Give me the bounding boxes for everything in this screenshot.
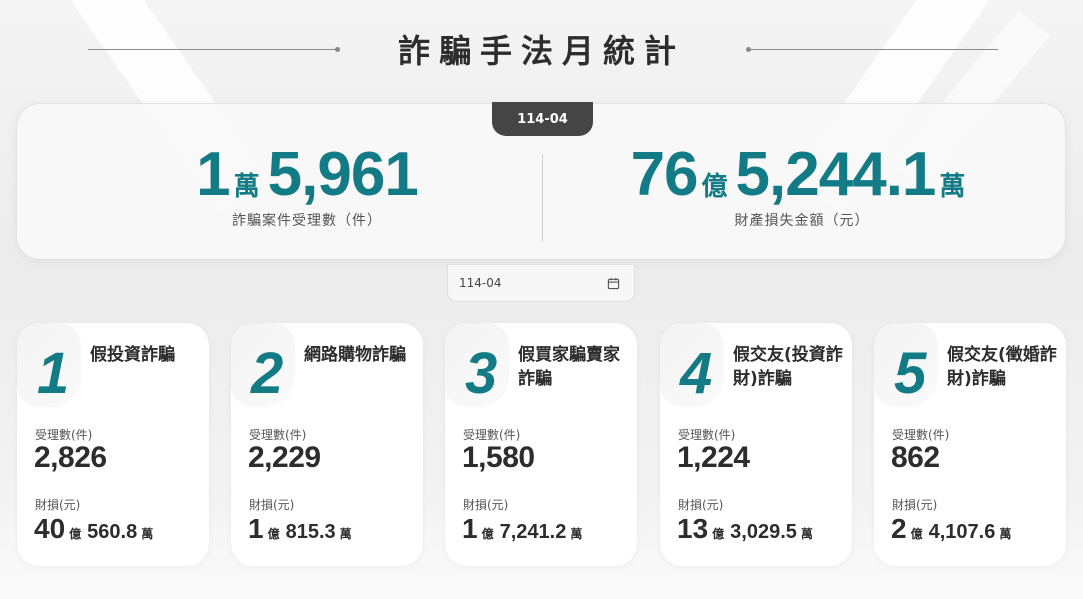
loss-amount: 1 億 815.3 萬 — [248, 513, 352, 545]
loss-value: 76 億 5,244.1 萬 — [557, 144, 1047, 206]
loss-wan-unit: 萬 — [141, 527, 154, 541]
loss-label: 財損(元) — [892, 498, 938, 512]
date-value: 114-04 — [459, 276, 502, 290]
divider-dot — [746, 47, 751, 52]
title-divider-left — [88, 47, 340, 52]
loss-yi: 13 — [677, 513, 709, 544]
count-value: 1,580 — [462, 441, 535, 474]
loss-yi-unit: 億 — [69, 527, 82, 541]
count-value: 1,224 — [677, 441, 750, 474]
loss-yi: 2 — [891, 513, 907, 544]
loss-yi: 1 — [462, 513, 478, 544]
loss-wan: 815.3 — [285, 521, 336, 543]
loss-unit-yi: 億 — [701, 171, 728, 201]
rank-number: 2 — [251, 341, 284, 406]
method-cards: 1 假投資詐騙 受理數(件) 2,826 財損(元) 40 億 560.8 萬 2 網… — [17, 323, 1067, 566]
loss-amount: 13 億 3,029.5 萬 — [677, 513, 813, 545]
period-tab: 114-04 — [492, 102, 593, 136]
loss-value-wan: 5,244.1 — [735, 140, 937, 209]
loss-wan-unit: 萬 — [570, 527, 583, 541]
loss-value-yi: 76 — [630, 140, 699, 209]
loss-amount: 40 億 560.8 萬 — [34, 513, 153, 545]
cases-value-wan: 1 — [196, 140, 230, 209]
rank-number: 1 — [37, 341, 70, 406]
loss-yi: 40 — [34, 513, 66, 544]
calendar-icon[interactable] — [607, 277, 620, 290]
count-value: 862 — [891, 441, 940, 474]
method-card: 3 假買家騙賣家詐騙 受理數(件) 1,580 財損(元) 1 億 7,241.2 萬 — [445, 323, 637, 566]
loss-unit-wan: 萬 — [939, 171, 966, 201]
loss-amount: 2 億 4,107.6 萬 — [891, 513, 1011, 545]
method-card: 5 假交友(徵婚詐財)詐騙 受理數(件) 862 財損(元) 2 億 4,107.6… — [874, 323, 1066, 566]
loss-label: 財損(元) — [249, 498, 295, 512]
loss-wan: 7,241.2 — [499, 521, 567, 543]
loss-wan: 560.8 — [87, 521, 138, 543]
rank-number: 5 — [894, 341, 927, 406]
loss-wan: 4,107.6 — [928, 521, 996, 543]
method-card: 2 網路購物詐騙 受理數(件) 2,229 財損(元) 1 億 815.3 萬 — [231, 323, 423, 566]
loss-label: 財損(元) — [35, 498, 81, 512]
method-name: 假交友(投資詐財)詐騙 — [733, 345, 843, 389]
date-picker[interactable]: 114-04 — [447, 264, 635, 302]
loss-stat: 76 億 5,244.1 萬 財產損失金額（元） — [557, 144, 1047, 230]
cases-value: 1 萬 5,961 — [87, 144, 527, 206]
divider-dot — [335, 47, 340, 52]
title-divider-right — [746, 47, 998, 52]
rank-number: 3 — [465, 341, 498, 406]
loss-yi-unit: 億 — [910, 527, 923, 541]
loss-yi-unit: 億 — [267, 527, 280, 541]
rank-number: 4 — [680, 341, 713, 406]
loss-yi-unit: 億 — [481, 527, 494, 541]
title-row: 詐騙手法月統計 — [0, 22, 1083, 76]
loss-wan: 3,029.5 — [730, 521, 797, 543]
method-name: 假交友(徵婚詐財)詐騙 — [947, 345, 1057, 389]
method-name: 假買家騙賣家詐騙 — [518, 345, 620, 389]
count-value: 2,229 — [248, 441, 321, 474]
page-title: 詐騙手法月統計 — [397, 32, 685, 70]
loss-wan-unit: 萬 — [339, 527, 352, 541]
loss-caption: 財產損失金額（元） — [734, 213, 870, 229]
loss-amount: 1 億 7,241.2 萬 — [462, 513, 582, 545]
loss-yi-unit: 億 — [712, 527, 725, 541]
summary-panel: 114-04 1 萬 5,961 詐騙案件受理數（件） 76 億 5,244.1 萬 財產… — [16, 102, 1066, 260]
cases-value-rest: 5,961 — [267, 140, 419, 209]
cases-unit-wan: 萬 — [233, 171, 260, 201]
loss-wan-unit: 萬 — [999, 527, 1012, 541]
loss-label: 財損(元) — [463, 498, 509, 512]
loss-wan-unit: 萬 — [800, 527, 813, 541]
method-card: 1 假投資詐騙 受理數(件) 2,826 財損(元) 40 億 560.8 萬 — [17, 323, 209, 566]
cases-caption: 詐騙案件受理數（件） — [232, 213, 382, 229]
cases-stat: 1 萬 5,961 詐騙案件受理數（件） — [87, 144, 527, 230]
count-value: 2,826 — [34, 441, 107, 474]
summary-divider — [542, 154, 543, 242]
method-name: 假投資詐騙 — [90, 345, 175, 365]
loss-label: 財損(元) — [678, 498, 724, 512]
method-card: 4 假交友(投資詐財)詐騙 受理數(件) 1,224 財損(元) 13 億 3,02… — [660, 323, 852, 566]
loss-yi: 1 — [248, 513, 264, 544]
method-name: 網路購物詐騙 — [304, 345, 406, 365]
